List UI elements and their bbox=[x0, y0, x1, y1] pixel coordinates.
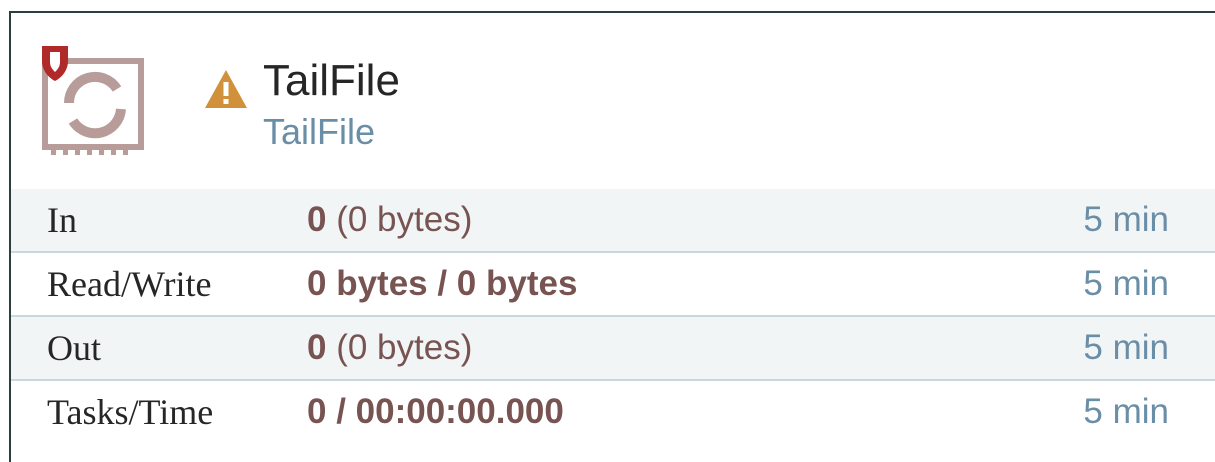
processor-type: TailFile bbox=[263, 111, 376, 152]
stat-label: Out bbox=[47, 328, 101, 368]
stat-window: 5 min bbox=[1083, 200, 1169, 239]
processor-component[interactable]: TailFile TailFile In 0 (0 bytes) 5 min R… bbox=[9, 11, 1215, 462]
warning-icon[interactable] bbox=[203, 68, 249, 110]
stat-row-in: In 0 (0 bytes) 5 min bbox=[11, 189, 1215, 253]
stat-row-tasks-time: Tasks/Time 0 / 00:00:00.000 5 min bbox=[11, 381, 1215, 445]
processor-name: TailFile bbox=[263, 56, 400, 105]
shield-icon bbox=[39, 43, 71, 83]
stat-detail: (0 bytes) bbox=[326, 200, 473, 239]
stat-row-out: Out 0 (0 bytes) 5 min bbox=[11, 317, 1215, 381]
processor-stats: In 0 (0 bytes) 5 min Read/Write 0 bytes … bbox=[11, 189, 1215, 445]
stat-count: 0 bbox=[307, 328, 327, 367]
stat-value: 0 (0 bytes) bbox=[307, 189, 472, 251]
stat-count: 0 bbox=[307, 200, 327, 239]
stat-label: Tasks/Time bbox=[47, 392, 214, 432]
stat-row-read-write: Read/Write 0 bytes / 0 bytes 5 min bbox=[11, 253, 1215, 317]
stat-window: 5 min bbox=[1083, 264, 1169, 303]
stat-window: 5 min bbox=[1083, 392, 1169, 431]
stat-label: Read/Write bbox=[47, 264, 212, 304]
stat-value: 0 bytes / 0 bytes bbox=[307, 264, 578, 303]
stat-window: 5 min bbox=[1083, 328, 1169, 367]
stat-label: In bbox=[47, 200, 77, 240]
stat-value: 0 / 00:00:00.000 bbox=[307, 392, 564, 431]
stat-value: 0 (0 bytes) bbox=[307, 317, 472, 379]
processor-header: TailFile TailFile bbox=[11, 13, 1215, 188]
stat-detail: (0 bytes) bbox=[326, 328, 473, 367]
